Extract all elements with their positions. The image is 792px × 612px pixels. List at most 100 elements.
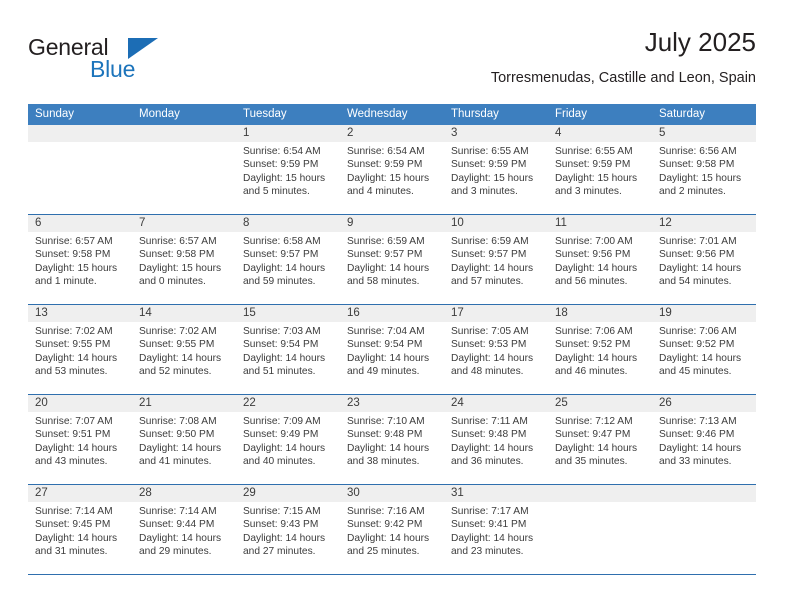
day-cell-empty <box>28 125 132 214</box>
sunrise-text: Sunrise: 6:55 AM <box>555 146 633 157</box>
sunset-text: Sunset: 9:47 PM <box>555 429 631 441</box>
general-blue-logo[interactable]: General Blue <box>28 34 208 90</box>
day-cell[interactable]: 31 Sunrise: 7:17 AM Sunset: 9:41 PM Dayligh… <box>444 485 548 574</box>
day-cell[interactable]: 7 Sunrise: 6:57 AM Sunset: 9:58 PM Daylight… <box>132 215 236 304</box>
daylight-text-line2: and 58 minutes. <box>347 276 420 288</box>
calendar-grid: Sunday Monday Tuesday Wednesday Thursday Frid… <box>28 104 756 575</box>
daylight-text-line1: Daylight: 15 hours <box>347 172 430 184</box>
day-number: 21 <box>139 397 152 409</box>
day-details: Sunrise: 7:03 AM Sunset: 9:54 PM Daylight:… <box>243 322 340 379</box>
day-cell[interactable]: 11 Sunrise: 7:00 AM Sunset: 9:56 PM Dayligh… <box>548 215 652 304</box>
sunrise-text: Sunrise: 7:01 AM <box>659 236 737 247</box>
day-cell[interactable]: 8 Sunrise: 6:58 AM Sunset: 9:57 PM Daylight… <box>236 215 340 304</box>
sunrise-text: Sunrise: 6:56 AM <box>659 146 737 157</box>
day-number: 12 <box>659 217 672 229</box>
day-cell[interactable]: 18 Sunrise: 7:06 AM Sunset: 9:52 PM Dayligh… <box>548 305 652 394</box>
day-number: 9 <box>347 217 354 229</box>
weekday-header-tuesday: Tuesday <box>243 108 287 120</box>
day-cell[interactable]: 12 Sunrise: 7:01 AM Sunset: 9:56 PM Dayligh… <box>652 215 756 304</box>
sunrise-text: Sunrise: 7:08 AM <box>139 416 217 427</box>
day-cell[interactable]: 27 Sunrise: 7:14 AM Sunset: 9:45 PM Dayligh… <box>28 485 132 574</box>
daylight-text-line2: and 59 minutes. <box>243 276 316 288</box>
daylight-text-line2: and 23 minutes. <box>451 546 524 558</box>
daylight-text-line2: and 0 minutes. <box>139 276 206 288</box>
daylight-text-line1: Daylight: 15 hours <box>659 172 742 184</box>
sunrise-text: Sunrise: 7:07 AM <box>35 416 113 427</box>
week-cells: 6 Sunrise: 6:57 AM Sunset: 9:58 PM Daylight… <box>28 215 756 304</box>
sunrise-text: Sunrise: 7:13 AM <box>659 416 737 427</box>
daylight-text-line1: Daylight: 14 hours <box>451 262 534 274</box>
day-cell[interactable]: 19 Sunrise: 7:06 AM Sunset: 9:52 PM Dayligh… <box>652 305 756 394</box>
day-cell[interactable]: 13 Sunrise: 7:02 AM Sunset: 9:55 PM Dayligh… <box>28 305 132 394</box>
daylight-text-line1: Daylight: 14 hours <box>451 532 534 544</box>
sunrise-text: Sunrise: 7:14 AM <box>139 506 217 517</box>
day-cell[interactable]: 30 Sunrise: 7:16 AM Sunset: 9:42 PM Dayligh… <box>340 485 444 574</box>
day-details: Sunrise: 6:57 AM Sunset: 9:58 PM Daylight:… <box>139 232 236 289</box>
day-cell[interactable]: 5 Sunrise: 6:56 AM Sunset: 9:58 PM Daylight… <box>652 125 756 214</box>
daylight-text-line1: Daylight: 15 hours <box>555 172 638 184</box>
sunset-text: Sunset: 9:58 PM <box>35 249 111 261</box>
sunset-text: Sunset: 9:49 PM <box>243 429 319 441</box>
sunset-text: Sunset: 9:58 PM <box>659 159 735 171</box>
day-number: 27 <box>35 487 48 499</box>
day-cell[interactable]: 29 Sunrise: 7:15 AM Sunset: 9:43 PM Dayligh… <box>236 485 340 574</box>
day-details: Sunrise: 7:05 AM Sunset: 9:53 PM Daylight:… <box>451 322 548 379</box>
day-cell[interactable]: 14 Sunrise: 7:02 AM Sunset: 9:55 PM Dayligh… <box>132 305 236 394</box>
daylight-text-line2: and 1 minute. <box>35 276 97 288</box>
sunrise-text: Sunrise: 6:59 AM <box>451 236 529 247</box>
day-cell[interactable]: 10 Sunrise: 6:59 AM Sunset: 9:57 PM Dayligh… <box>444 215 548 304</box>
day-cell[interactable]: 4 Sunrise: 6:55 AM Sunset: 9:59 PM Daylight… <box>548 125 652 214</box>
daylight-text-line1: Daylight: 14 hours <box>243 352 326 364</box>
sunrise-text: Sunrise: 6:58 AM <box>243 236 321 247</box>
day-number: 8 <box>243 217 250 229</box>
day-cell[interactable]: 21 Sunrise: 7:08 AM Sunset: 9:50 PM Dayligh… <box>132 395 236 484</box>
daylight-text-line2: and 43 minutes. <box>35 456 108 468</box>
daylight-text-line1: Daylight: 14 hours <box>35 352 118 364</box>
day-cell[interactable]: 26 Sunrise: 7:13 AM Sunset: 9:46 PM Dayligh… <box>652 395 756 484</box>
day-number: 1 <box>243 127 250 139</box>
day-number: 30 <box>347 487 360 499</box>
sunset-text: Sunset: 9:54 PM <box>347 339 423 351</box>
day-cell[interactable]: 20 Sunrise: 7:07 AM Sunset: 9:51 PM Dayligh… <box>28 395 132 484</box>
sunset-text: Sunset: 9:54 PM <box>243 339 319 351</box>
day-details: Sunrise: 6:57 AM Sunset: 9:58 PM Daylight:… <box>35 232 132 289</box>
day-details: Sunrise: 6:55 AM Sunset: 9:59 PM Daylight:… <box>555 142 652 199</box>
day-number: 10 <box>451 217 464 229</box>
day-cell[interactable]: 9 Sunrise: 6:59 AM Sunset: 9:57 PM Daylight… <box>340 215 444 304</box>
day-cell[interactable]: 24 Sunrise: 7:11 AM Sunset: 9:48 PM Dayligh… <box>444 395 548 484</box>
sunrise-text: Sunrise: 7:09 AM <box>243 416 321 427</box>
day-details: Sunrise: 6:54 AM Sunset: 9:59 PM Daylight:… <box>243 142 340 199</box>
day-cell[interactable]: 28 Sunrise: 7:14 AM Sunset: 9:44 PM Dayligh… <box>132 485 236 574</box>
day-details: Sunrise: 7:15 AM Sunset: 9:43 PM Daylight:… <box>243 502 340 559</box>
day-cell[interactable]: 2 Sunrise: 6:54 AM Sunset: 9:59 PM Daylight… <box>340 125 444 214</box>
daylight-text-line1: Daylight: 14 hours <box>451 442 534 454</box>
day-number: 6 <box>35 217 42 229</box>
day-cell[interactable]: 22 Sunrise: 7:09 AM Sunset: 9:49 PM Dayligh… <box>236 395 340 484</box>
weekday-header-row: Sunday Monday Tuesday Wednesday Thursday Frid… <box>28 104 756 125</box>
calendar-week-row: 27 Sunrise: 7:14 AM Sunset: 9:45 PM Dayligh… <box>28 484 756 574</box>
sunrise-text: Sunrise: 7:15 AM <box>243 506 321 517</box>
day-number: 16 <box>347 307 360 319</box>
day-details: Sunrise: 6:55 AM Sunset: 9:59 PM Daylight:… <box>451 142 548 199</box>
day-cell[interactable]: 6 Sunrise: 6:57 AM Sunset: 9:58 PM Daylight… <box>28 215 132 304</box>
day-number: 20 <box>35 397 48 409</box>
day-cell[interactable]: 23 Sunrise: 7:10 AM Sunset: 9:48 PM Dayligh… <box>340 395 444 484</box>
day-cell[interactable]: 16 Sunrise: 7:04 AM Sunset: 9:54 PM Dayligh… <box>340 305 444 394</box>
day-cell[interactable]: 1 Sunrise: 6:54 AM Sunset: 9:59 PM Daylight… <box>236 125 340 214</box>
day-cell[interactable]: 25 Sunrise: 7:12 AM Sunset: 9:47 PM Dayligh… <box>548 395 652 484</box>
daylight-text-line1: Daylight: 14 hours <box>347 532 430 544</box>
day-cell[interactable]: 3 Sunrise: 6:55 AM Sunset: 9:59 PM Daylight… <box>444 125 548 214</box>
daylight-text-line2: and 45 minutes. <box>659 366 732 378</box>
sunset-text: Sunset: 9:59 PM <box>347 159 423 171</box>
sunset-text: Sunset: 9:44 PM <box>139 519 215 531</box>
sunrise-text: Sunrise: 6:59 AM <box>347 236 425 247</box>
daylight-text-line2: and 40 minutes. <box>243 456 316 468</box>
day-cell[interactable]: 15 Sunrise: 7:03 AM Sunset: 9:54 PM Dayligh… <box>236 305 340 394</box>
sunset-text: Sunset: 9:59 PM <box>451 159 527 171</box>
title-block: July 2025 Torresmenudas, Castille and Le… <box>491 26 756 87</box>
day-details: Sunrise: 7:17 AM Sunset: 9:41 PM Daylight:… <box>451 502 548 559</box>
day-cell[interactable]: 17 Sunrise: 7:05 AM Sunset: 9:53 PM Dayligh… <box>444 305 548 394</box>
sunrise-text: Sunrise: 7:00 AM <box>555 236 633 247</box>
daylight-text-line2: and 51 minutes. <box>243 366 316 378</box>
day-number: 13 <box>35 307 48 319</box>
